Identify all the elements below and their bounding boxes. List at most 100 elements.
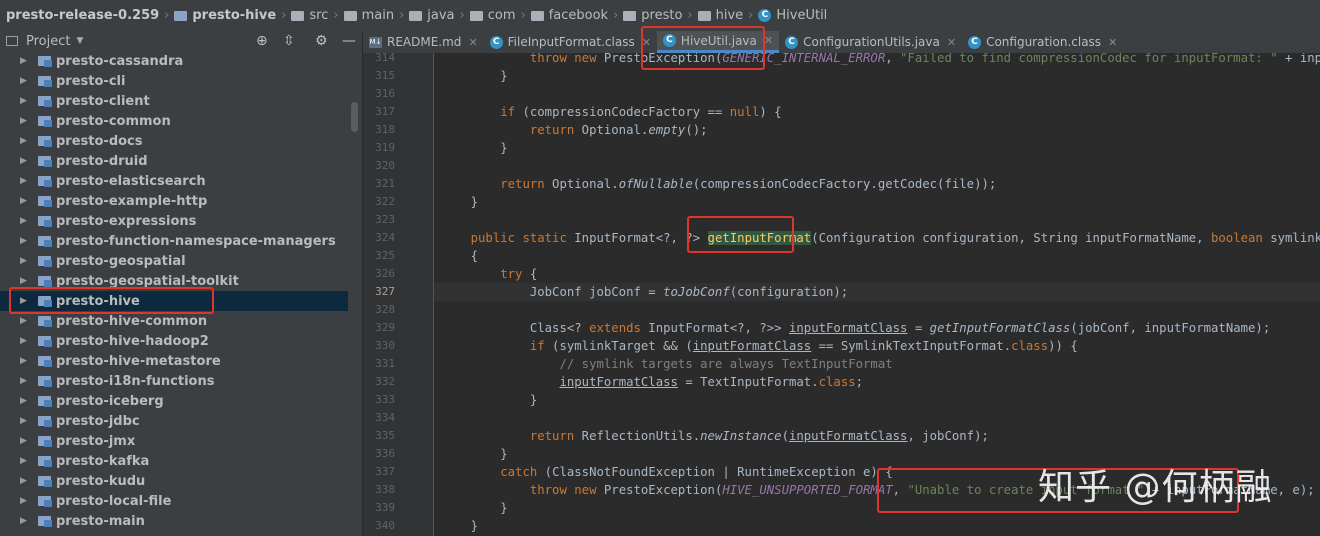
- code-line[interactable]: catch (ClassNotFoundException | RuntimeE…: [441, 463, 892, 481]
- tree-item[interactable]: ▶ presto-kudu: [0, 471, 348, 491]
- expand-arrow-icon[interactable]: ▶: [20, 216, 27, 226]
- tree-item[interactable]: ▶ presto-hive-common: [0, 311, 348, 331]
- breadcrumb-item[interactable]: com: [469, 8, 515, 23]
- breadcrumb-item[interactable]: src: [291, 8, 328, 23]
- breadcrumb-item[interactable]: presto: [623, 8, 682, 23]
- close-icon[interactable]: ✕: [764, 34, 773, 47]
- chevron-down-icon[interactable]: ▼: [76, 36, 83, 46]
- code-line[interactable]: JobConf jobConf = toJobConf(configuratio…: [441, 283, 848, 301]
- code-line[interactable]: }: [441, 445, 507, 463]
- expand-arrow-icon[interactable]: ▶: [20, 316, 27, 326]
- scrollbar[interactable]: [351, 102, 358, 132]
- tree-item[interactable]: ▶ presto-i18n-functions: [0, 371, 348, 391]
- tree-item[interactable]: ▶ presto-iceberg: [0, 391, 348, 411]
- tree-item[interactable]: ▶ presto-common: [0, 111, 348, 131]
- expand-arrow-icon[interactable]: ▶: [20, 396, 27, 406]
- tree-item[interactable]: ▶ presto-cassandra: [0, 51, 348, 71]
- collapse-all-icon[interactable]: ⇳: [283, 33, 295, 49]
- code-line[interactable]: throw new PrestoException(GENERIC_INTERN…: [441, 53, 1320, 67]
- line-number: 330: [375, 339, 395, 352]
- breadcrumb-item[interactable]: facebook: [530, 8, 608, 23]
- breadcrumb-item[interactable]: java: [409, 8, 455, 23]
- locate-target-icon[interactable]: ⊕: [256, 33, 268, 49]
- breadcrumb-item[interactable]: presto-hive: [174, 8, 276, 23]
- module-folder-icon: [38, 475, 52, 487]
- tree-item[interactable]: ▶ presto-jdbc: [0, 411, 348, 431]
- expand-arrow-icon[interactable]: ▶: [20, 356, 27, 366]
- expand-arrow-icon[interactable]: ▶: [20, 416, 27, 426]
- editor-tab[interactable]: C FileInputFormat.class ✕: [484, 31, 657, 53]
- close-icon[interactable]: ✕: [468, 36, 477, 49]
- tree-item[interactable]: ▶ presto-elasticsearch: [0, 171, 348, 191]
- expand-arrow-icon[interactable]: ▶: [20, 256, 27, 266]
- code-line[interactable]: }: [441, 67, 507, 85]
- editor-tab[interactable]: C ConfigurationUtils.java ✕: [779, 31, 962, 53]
- code-line[interactable]: return Optional.ofNullable(compressionCo…: [441, 175, 996, 193]
- expand-arrow-icon[interactable]: ▶: [20, 56, 27, 66]
- tree-item[interactable]: ▶ presto-local-file: [0, 491, 348, 511]
- expand-arrow-icon[interactable]: ▶: [20, 116, 27, 126]
- code-line[interactable]: }: [441, 193, 478, 211]
- tree-item[interactable]: ▶ presto-jmx: [0, 431, 348, 451]
- code-line[interactable]: if (symlinkTarget && (inputFormatClass =…: [441, 337, 1078, 355]
- expand-arrow-icon[interactable]: ▶: [20, 436, 27, 446]
- expand-arrow-icon[interactable]: ▶: [20, 156, 27, 166]
- tree-item[interactable]: ▶ presto-hive-metastore: [0, 351, 348, 371]
- tree-item[interactable]: ▶ presto-druid: [0, 151, 348, 171]
- expand-arrow-icon[interactable]: ▶: [20, 276, 27, 286]
- code-line[interactable]: {: [441, 247, 478, 265]
- project-view-selector[interactable]: Project: [26, 34, 70, 49]
- editor-tab[interactable]: C Configuration.class ✕: [962, 31, 1123, 53]
- tree-item-label: presto-client: [56, 93, 150, 109]
- tree-item[interactable]: ▶ presto-expressions: [0, 211, 348, 231]
- class-icon: C: [758, 9, 772, 22]
- code-line[interactable]: public static InputFormat<?, ?> getInput…: [441, 229, 1320, 247]
- code-line[interactable]: }: [441, 499, 507, 517]
- code-line[interactable]: }: [441, 391, 537, 409]
- markdown-icon: M↓: [369, 36, 382, 48]
- expand-arrow-icon[interactable]: ▶: [20, 496, 27, 506]
- tree-item[interactable]: ▶ presto-example-http: [0, 191, 348, 211]
- code-line[interactable]: Class<? extends InputFormat<?, ?>> input…: [441, 319, 1270, 337]
- hide-panel-icon[interactable]: —: [342, 33, 356, 49]
- expand-arrow-icon[interactable]: ▶: [20, 476, 27, 486]
- code-line[interactable]: return ReflectionUtils.newInstance(input…: [441, 427, 989, 445]
- expand-arrow-icon[interactable]: ▶: [20, 516, 27, 526]
- tree-item[interactable]: ▶ presto-docs: [0, 131, 348, 151]
- expand-arrow-icon[interactable]: ▶: [20, 96, 27, 106]
- expand-arrow-icon[interactable]: ▶: [20, 236, 27, 246]
- breadcrumb-item[interactable]: C HiveUtil: [758, 8, 827, 23]
- tree-item[interactable]: ▶ presto-main: [0, 511, 348, 531]
- expand-arrow-icon[interactable]: ▶: [20, 336, 27, 346]
- code-line[interactable]: }: [441, 517, 478, 535]
- breadcrumb-item[interactable]: main: [343, 8, 394, 23]
- code-line[interactable]: }: [441, 139, 507, 157]
- breadcrumb-separator: ›: [748, 8, 754, 23]
- gear-icon[interactable]: ⚙: [315, 33, 328, 49]
- code-line[interactable]: try {: [441, 265, 537, 283]
- expand-arrow-icon[interactable]: ▶: [20, 176, 27, 186]
- expand-arrow-icon[interactable]: ▶: [20, 136, 27, 146]
- code-line[interactable]: return Optional.empty();: [441, 121, 708, 139]
- line-number: 318: [375, 123, 395, 136]
- close-icon[interactable]: ✕: [1108, 36, 1117, 49]
- editor-tab[interactable]: M↓ README.md ✕: [363, 31, 484, 53]
- tree-item[interactable]: ▶ presto-kafka: [0, 451, 348, 471]
- breadcrumb-item[interactable]: presto-release-0.259: [0, 8, 159, 23]
- tree-item[interactable]: ▶ presto-hive-hadoop2: [0, 331, 348, 351]
- expand-arrow-icon[interactable]: ▶: [20, 376, 27, 386]
- module-folder-icon: [38, 335, 52, 347]
- expand-arrow-icon[interactable]: ▶: [20, 456, 27, 466]
- code-line[interactable]: if (compressionCodecFactory == null) {: [441, 103, 781, 121]
- code-line[interactable]: // symlink targets are always TextInputF…: [441, 355, 892, 373]
- tree-item[interactable]: ▶ presto-client: [0, 91, 348, 111]
- breadcrumb-item[interactable]: hive: [697, 8, 743, 23]
- line-number: 332: [375, 375, 395, 388]
- expand-arrow-icon[interactable]: ▶: [20, 76, 27, 86]
- tree-item[interactable]: ▶ presto-geospatial: [0, 251, 348, 271]
- expand-arrow-icon[interactable]: ▶: [20, 196, 27, 206]
- tree-item[interactable]: ▶ presto-cli: [0, 71, 348, 91]
- close-icon[interactable]: ✕: [947, 36, 956, 49]
- tree-item[interactable]: ▶ presto-function-namespace-managers: [0, 231, 348, 251]
- code-line[interactable]: inputFormatClass = TextInputFormat.class…: [441, 373, 863, 391]
